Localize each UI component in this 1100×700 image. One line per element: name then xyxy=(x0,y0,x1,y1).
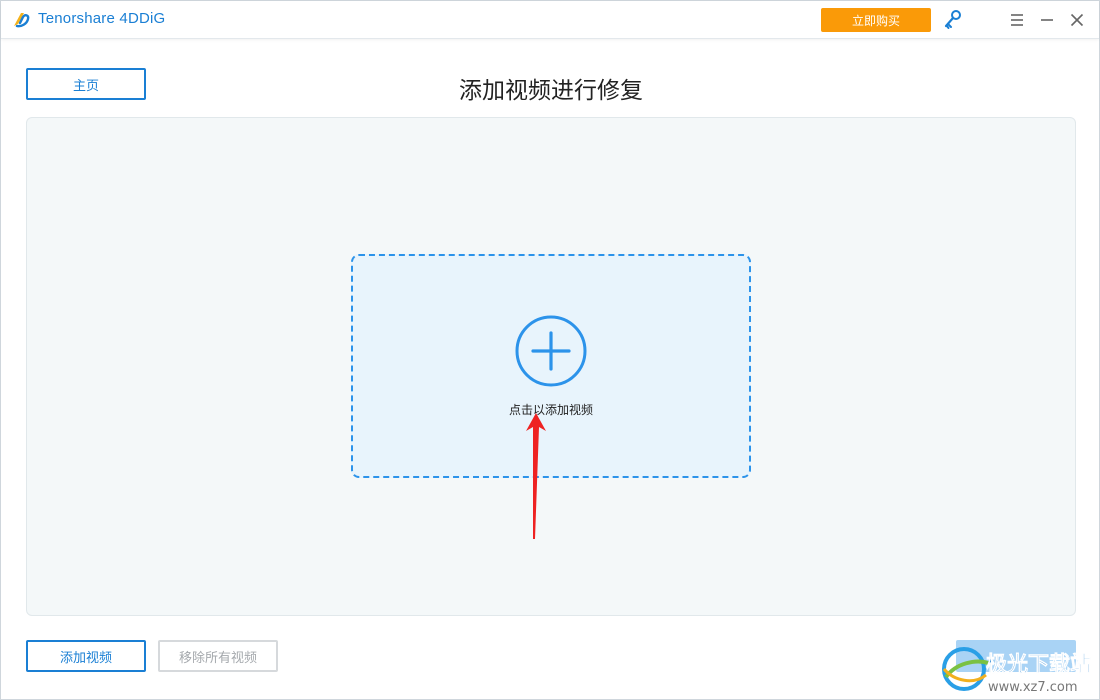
4ddig-logo-icon xyxy=(14,13,30,28)
site-watermark: 极光下载站 www.xz7.com xyxy=(942,647,1091,695)
close-icon[interactable] xyxy=(1067,10,1087,30)
dropzone-hint-text[interactable]: 点击以添加视频 xyxy=(451,401,651,418)
hamburger-menu-icon[interactable] xyxy=(1007,10,1027,30)
title-bar: Tenorshare 4DDiG 立即购买 xyxy=(1,1,1099,39)
watermark-brand-text: 极光下载站 xyxy=(986,652,1091,676)
watermark-logo-icon xyxy=(942,647,989,691)
home-button[interactable]: 主页 xyxy=(26,68,146,100)
add-video-button[interactable]: 添加视频 xyxy=(26,640,146,672)
app-title: Tenorshare 4DDiG xyxy=(38,10,166,27)
page-title: 添加视频进行修复 xyxy=(459,78,643,104)
key-icon[interactable] xyxy=(943,9,963,31)
app-window: Tenorshare 4DDiG 立即购买 主页 添加视频进行修复 点击以添加视… xyxy=(0,0,1100,700)
minimize-icon[interactable] xyxy=(1037,10,1057,30)
plus-circle-icon[interactable] xyxy=(515,315,587,387)
watermark-url-text: www.xz7.com xyxy=(988,680,1078,695)
remove-all-videos-button[interactable]: 移除所有视频 xyxy=(158,640,278,672)
buy-now-button[interactable]: 立即购买 xyxy=(821,8,931,32)
annotation-arrow-icon xyxy=(526,413,546,539)
